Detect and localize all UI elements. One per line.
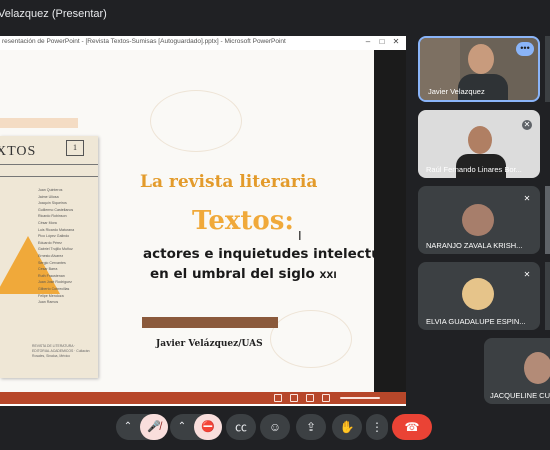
contributor-name: Ruth Fraustenan [38,273,65,278]
reactions-button[interactable]: ☺ [260,414,290,440]
presenter-title: Velazquez (Presentar) [0,8,107,20]
mic-off-icon: ✕ [523,194,531,203]
text-cursor-icon: I [298,228,302,243]
shared-presentation: resentación de PowerPoint - [Revista Tex… [0,36,406,406]
more-options-button[interactable]: ⋮ [366,414,388,440]
slide-sorter-icon[interactable] [290,394,298,402]
powerpoint-statusbar [0,392,406,404]
presentation-side-panel [374,50,406,392]
contributor-name: Ernesto Alvarez [38,253,64,258]
magazine-rule [0,176,98,177]
chevron-up-icon[interactable]: ⌃ [170,414,194,440]
participant-tile-javier[interactable]: ••• Javier Velazquez [418,36,540,102]
minimize-icon[interactable]: – [362,37,374,46]
participant-tile-elvia[interactable]: ✕ ELVIA GUADALUPE ESPIN... [418,262,540,330]
slide-subtitle-line2: en el umbral del siglo XXI [150,266,337,282]
contributor-name: Cesar Barra [38,267,58,272]
raise-hand-icon: ✋ [339,420,355,434]
mic-off-icon[interactable]: 🎤̸ [140,414,168,440]
normal-view-icon[interactable] [274,394,282,402]
contributor-name: Gilberto Cobrecillas [38,286,70,291]
slideshow-icon[interactable] [322,394,330,402]
present-button[interactable]: ⇪ [296,414,326,440]
participant-name: ELVIA GUADALUPE ESPIN... [426,317,526,326]
end-call-icon: ☎ [404,420,420,434]
participant-tile-naranjo[interactable]: ✕ NARANJO ZAVALA KRISH... [418,186,540,254]
present-icon: ⇪ [305,420,317,434]
powerpoint-titlebar: resentación de PowerPoint - [Revista Tex… [0,36,406,51]
offscreen-tile-edge [545,186,550,254]
mic-off-icon: ✕ [522,120,532,130]
raise-hand-button[interactable]: ✋ [332,414,362,440]
magazine-contributors: Juan Quinteros Jaime Uliosa Joaquín Siqu… [38,188,96,307]
contributor-name: Juan Quinteros [38,188,63,192]
contributor-name: Jaime Uliosa [38,194,59,199]
background-decoration [270,310,352,368]
close-icon[interactable]: ✕ [390,37,402,46]
captions-button[interactable]: ㏄ [226,414,256,440]
subtitle-century: XXI [319,271,337,281]
magazine-title: XTOS [0,144,37,159]
contributor-name: Joaquín Siqueiros [38,201,67,206]
participant-name: NARANJO ZAVALA KRISH... [426,241,523,250]
more-options-icon[interactable]: ••• [516,42,534,56]
contributor-name: Juan José Rodríguez [38,280,72,285]
slide-title-line1: La revista literaria [140,172,318,192]
avatar [462,278,494,310]
chevron-up-icon[interactable]: ⌃ [116,414,140,440]
emoji-icon: ☺ [268,420,282,434]
avatar [524,352,550,384]
contributor-name: Luis Ricardo Maturana [38,227,75,232]
contributor-name: Felipe Mendoza [38,293,64,298]
background-decoration [150,90,242,152]
meeting-topbar: Velazquez (Presentar) [0,0,550,28]
avatar [468,44,494,74]
window-title: resentación de PowerPoint - [Revista Tex… [2,38,286,45]
contributor-name: Gabriel Trujillo Muñoz [38,247,73,252]
offscreen-tile-edge [545,262,550,330]
captions-icon: ㏄ [234,420,247,434]
participant-name: Raúl Fernando Linares Bor... [426,165,522,174]
mic-off-icon: ✕ [523,270,531,279]
more-vert-icon: ⋮ [371,420,383,434]
slide-title-line2: Textos: [192,206,294,236]
slide-author: Javier Velázquez/UAS [156,339,263,349]
subtitle-text: en el umbral del siglo [150,266,315,282]
mic-control-group: ⌃ 🎤̸ [116,414,168,440]
contributor-name: Juan Ramos [38,300,59,305]
contributor-name: Pico López Galindo [38,234,70,239]
contributor-name: César Mora [38,220,57,225]
zoom-slider[interactable] [340,397,380,399]
reading-view-icon[interactable] [306,394,314,402]
participant-tile-jacqueline[interactable]: JACQUELINE CU [484,338,550,404]
slide-subtitle-line1: actores e inquietudes intelectuales [143,246,374,262]
contributor-name: Sergio Cervantes [38,260,66,265]
avatar [462,204,494,236]
magazine-cover: XTOS 1 Juan Quinteros Jaime Uliosa Joaqu… [0,136,98,378]
avatar [468,126,492,154]
participant-name: JACQUELINE CU [490,391,550,400]
magazine-rule [0,164,98,165]
participant-name: Javier Velazquez [428,87,485,96]
end-call-button[interactable]: ☎ [392,414,432,440]
slide: XTOS 1 Juan Quinteros Jaime Uliosa Joaqu… [0,50,374,392]
contributor-name: Eduardo Pérez [38,240,62,245]
decorative-bar [142,317,278,328]
magazine-imprint: REVISTA DE LITERATURA · EDITORIAL ACADEM… [32,344,90,358]
participant-tile-raul[interactable]: ✕ Raúl Fernando Linares Bor... [418,110,540,178]
camera-control-group: ⌃ ⛔ [170,414,222,440]
camera-off-icon[interactable]: ⛔ [194,414,222,440]
magazine-issue-number: 1 [66,140,84,156]
contributor-name: Ricardo Robinson [38,214,67,219]
offscreen-tile-edge [545,36,550,102]
decorative-band [0,118,78,128]
contributor-name: Guillermo Castellanos [38,207,74,212]
maximize-icon[interactable]: □ [376,37,388,46]
